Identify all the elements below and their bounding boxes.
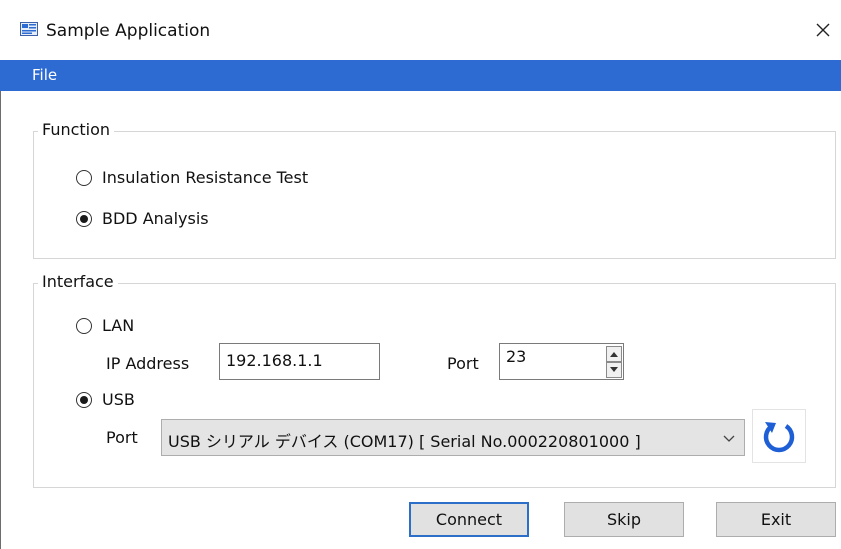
function-group-label: Function	[38, 120, 115, 139]
close-button[interactable]	[808, 14, 838, 46]
chevron-down-icon	[723, 435, 735, 442]
radio-label-bdd-analysis[interactable]: BDD Analysis	[102, 209, 209, 228]
usb-port-selected-value: USB シリアル デバイス (COM17) [ Serial No.000220…	[168, 432, 641, 451]
ip-address-label: IP Address	[106, 354, 190, 373]
main-window: Sample Application File Function Insulat…	[0, 0, 841, 549]
exit-button[interactable]: Exit	[716, 502, 836, 537]
port-spinner[interactable]	[606, 345, 622, 380]
radio-selected-dot	[80, 215, 88, 223]
radio-selected-dot	[80, 396, 88, 404]
spin-down-button[interactable]	[606, 362, 622, 378]
window-title: Sample Application	[46, 21, 211, 41]
refresh-icon	[763, 422, 795, 453]
menu-bar: File	[0, 60, 841, 91]
radio-lan[interactable]	[76, 318, 92, 334]
radio-insulation-resistance-test[interactable]	[76, 170, 92, 186]
skip-button[interactable]: Skip	[564, 502, 684, 537]
usb-port-select[interactable]: USB シリアル デバイス (COM17) [ Serial No.000220…	[161, 419, 745, 456]
arrow-down-icon	[610, 367, 618, 372]
interface-group-label: Interface	[38, 272, 118, 291]
connect-button[interactable]: Connect	[409, 502, 529, 537]
interface-group	[33, 283, 836, 488]
ip-address-input[interactable]: 192.168.1.1	[219, 343, 380, 380]
usb-port-label: Port	[106, 428, 138, 447]
radio-usb[interactable]	[76, 392, 92, 408]
radio-label-insulation-resistance-test[interactable]: Insulation Resistance Test	[102, 168, 308, 187]
radio-bdd-analysis[interactable]	[76, 211, 92, 227]
radio-label-usb[interactable]: USB	[102, 390, 135, 409]
title-bar[interactable]: Sample Application	[0, 0, 841, 60]
close-icon	[816, 23, 830, 37]
menu-item-file[interactable]: File	[32, 66, 57, 84]
refresh-button[interactable]	[752, 409, 806, 463]
arrow-up-icon	[610, 352, 618, 357]
app-icon	[20, 22, 38, 36]
spin-up-button[interactable]	[606, 346, 622, 362]
function-group	[33, 131, 836, 259]
lan-port-label: Port	[447, 354, 479, 373]
radio-label-lan[interactable]: LAN	[102, 316, 134, 335]
